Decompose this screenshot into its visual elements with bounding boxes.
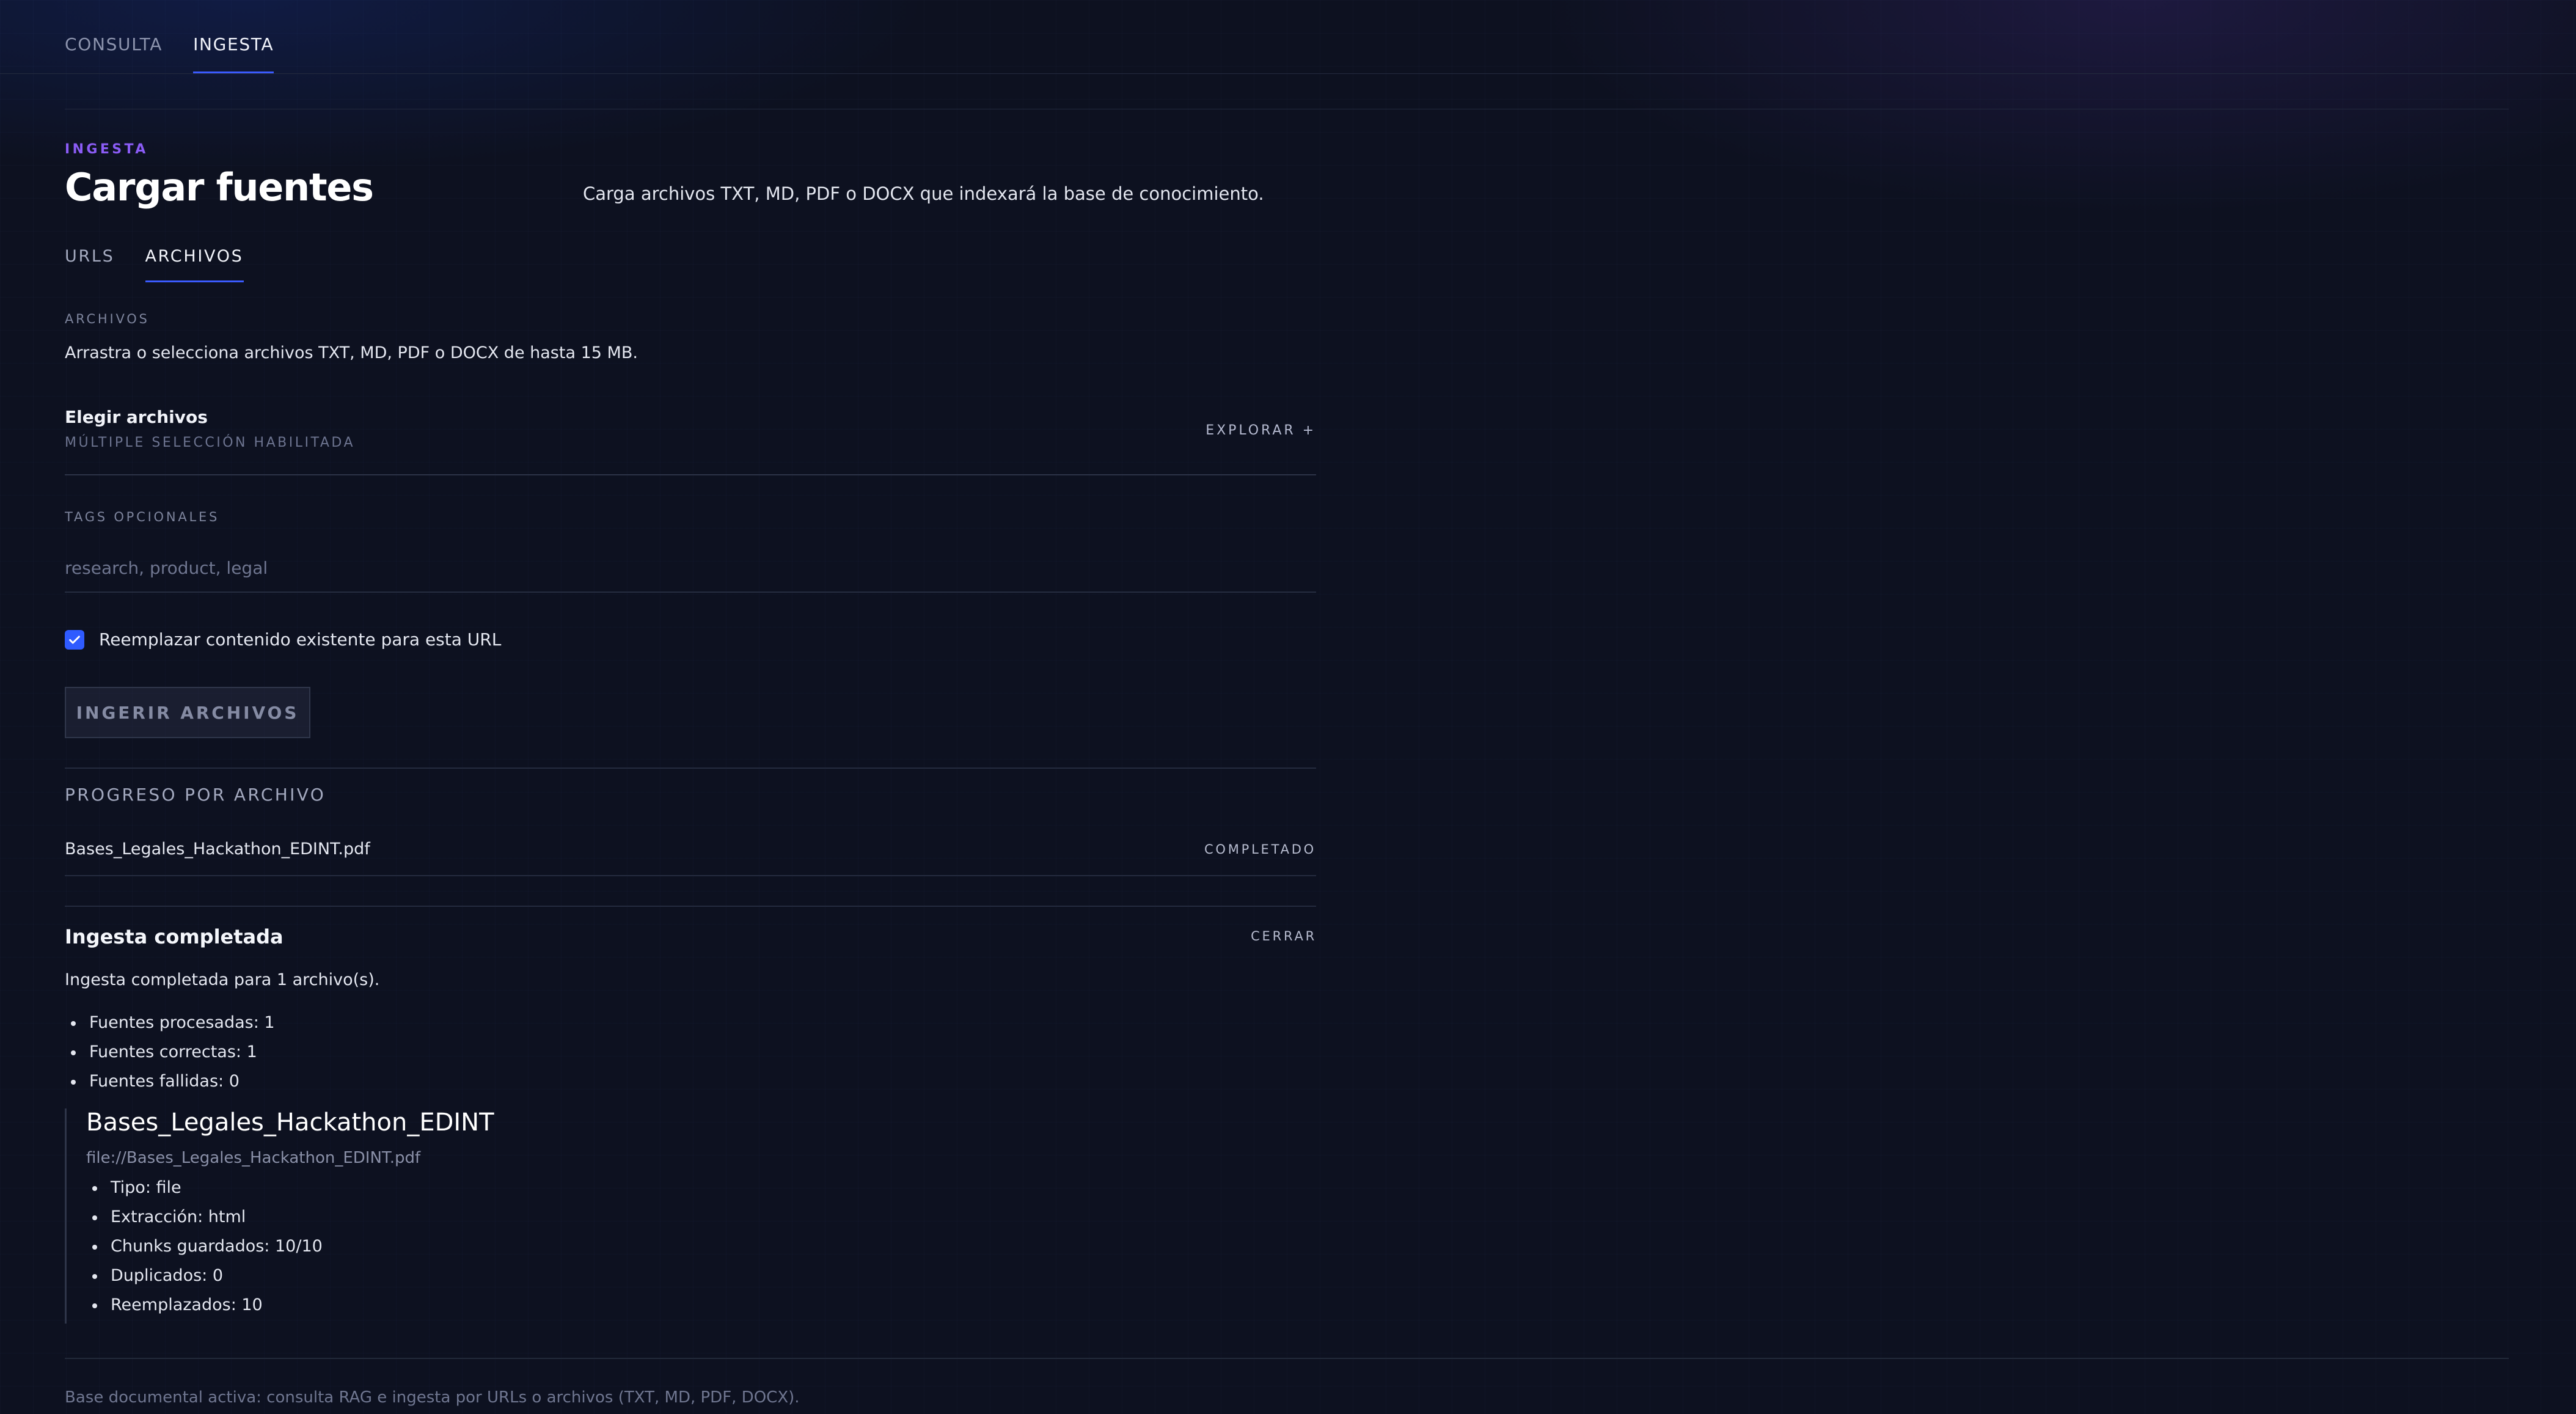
- list-item: Chunks guardados: 10/10: [86, 1232, 323, 1261]
- replace-content-label: Reemplazar contenido existente para esta…: [99, 629, 502, 650]
- tags-label: TAGS OPCIONALES: [65, 510, 220, 524]
- source-uri: file://Bases_Legales_Hackathon_EDINT.pdf: [86, 1149, 421, 1167]
- replace-content-option[interactable]: Reemplazar contenido existente para esta…: [65, 629, 501, 650]
- list-item: Fuentes correctas: 1: [65, 1038, 275, 1067]
- progress-file-name: Bases_Legales_Hackathon_EDINT.pdf: [65, 840, 370, 859]
- files-section-label: ARCHIVOS: [65, 312, 150, 326]
- source-type-tabs: URLS ARCHIVOS: [65, 247, 244, 282]
- page-title: Cargar fuentes: [65, 165, 374, 210]
- files-section-description: Arrastra o selecciona archivos TXT, MD, …: [65, 343, 638, 362]
- progress-row: Bases_Legales_Hackathon_EDINT.pdf COMPLE…: [65, 837, 1316, 876]
- list-item: Fuentes procesadas: 1: [65, 1008, 275, 1038]
- progress-title: PROGRESO POR ARCHIVO: [65, 785, 326, 805]
- result-stats-list: Fuentes procesadas: 1 Fuentes correctas:…: [65, 1008, 275, 1096]
- source-details-list: Tipo: file Extracción: html Chunks guard…: [86, 1173, 323, 1320]
- list-item: Reemplazados: 10: [86, 1291, 323, 1320]
- replace-content-checkbox[interactable]: [65, 629, 84, 650]
- result-divider: [65, 906, 1316, 907]
- source-result-card: Bases_Legales_Hackathon_EDINT file://Bas…: [65, 1108, 798, 1324]
- tab-urls[interactable]: URLS: [65, 247, 115, 282]
- source-name: Bases_Legales_Hackathon_EDINT: [86, 1108, 494, 1137]
- result-summary: Ingesta completada para 1 archivo(s).: [65, 970, 380, 989]
- tags-input[interactable]: [65, 544, 1316, 593]
- list-item: Extracción: html: [86, 1203, 323, 1232]
- top-nav: CONSULTA INGESTA: [65, 0, 274, 73]
- list-item: Fuentes fallidas: 0: [65, 1067, 275, 1096]
- footer-divider: [65, 1358, 2509, 1359]
- result-title: Ingesta completada: [65, 925, 284, 948]
- nav-divider: [0, 73, 2576, 74]
- close-result-button[interactable]: CERRAR: [1251, 929, 1317, 943]
- footer-text: Base documental activa: consulta RAG e i…: [65, 1388, 800, 1407]
- file-picker-hint: MÚLTIPLE SELECCIÓN HABILITADA: [65, 435, 356, 450]
- file-picker-title: Elegir archivos: [65, 407, 208, 427]
- browse-button[interactable]: EXPLORAR +: [1206, 423, 1316, 438]
- page-description: Carga archivos TXT, MD, PDF o DOCX que i…: [583, 183, 1264, 204]
- page-eyebrow: INGESTA: [65, 142, 148, 157]
- list-item: Duplicados: 0: [86, 1261, 323, 1291]
- ingest-files-button[interactable]: INGERIR ARCHIVOS: [65, 687, 310, 738]
- list-item: Tipo: file: [86, 1173, 323, 1203]
- tab-archivos[interactable]: ARCHIVOS: [145, 247, 244, 282]
- progress-status-badge: COMPLETADO: [1204, 842, 1316, 857]
- file-picker[interactable]: Elegir archivos MÚLTIPLE SELECCIÓN HABIL…: [65, 403, 1316, 475]
- tab-ingesta[interactable]: INGESTA: [193, 0, 274, 73]
- tab-consulta[interactable]: CONSULTA: [65, 0, 163, 73]
- check-icon: [69, 635, 80, 644]
- progress-divider: [65, 767, 1316, 769]
